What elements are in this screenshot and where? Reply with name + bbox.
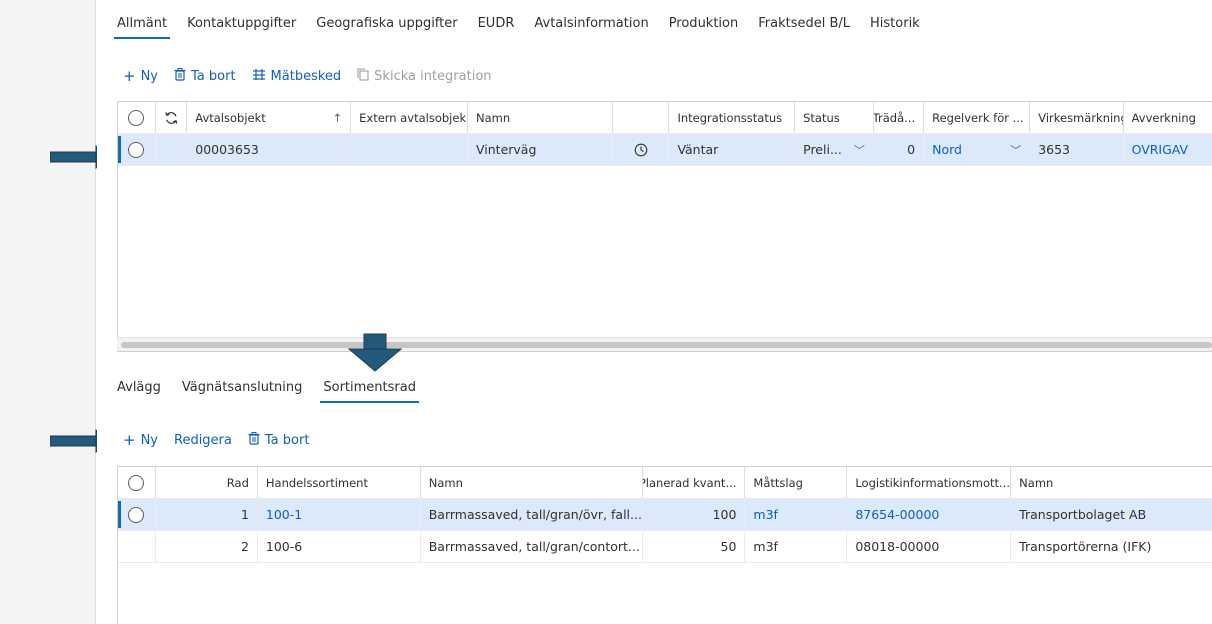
refresh-icon <box>164 111 177 124</box>
row-select-spacer[interactable] <box>118 531 156 562</box>
col-extern[interactable]: Extern avtalsobjek... <box>351 102 468 133</box>
tab-avtalsinformation[interactable]: Avtalsinformation <box>534 14 648 39</box>
col-namn2[interactable]: Namn <box>1011 467 1212 498</box>
cell-handelssortiment[interactable]: 100-6 <box>258 531 421 562</box>
avtalsobjekt-grid: Avtalsobjekt ↑ Extern avtalsobjek... Nam… <box>117 101 1212 352</box>
radio-icon <box>128 109 145 126</box>
cell-trada[interactable]: 0 <box>874 134 925 165</box>
regelverk-dropdown[interactable]: Nord ﹀ <box>924 134 1031 165</box>
send-integration-button[interactable]: Skicka integration <box>357 68 492 84</box>
cell-avverkning[interactable]: OVRIGAV <box>1124 134 1212 165</box>
radio-icon <box>128 506 145 523</box>
sortimentsrad-grid: Rad Handelssortiment Namn Planerad kvant… <box>117 466 1212 624</box>
measure-button[interactable]: Mätbesked <box>252 68 341 84</box>
tab-kontaktuppgifter[interactable]: Kontaktuppgifter <box>187 14 296 39</box>
grid-header-row: Rad Handelssortiment Namn Planerad kvant… <box>118 467 1212 499</box>
measure-icon <box>252 68 266 84</box>
col-regelverk[interactable]: Regelverk för ... <box>924 102 1031 133</box>
top-toolbar: + Ny Ta bort Mätbesked Skicka integratio… <box>123 68 508 84</box>
cell-namn[interactable]: Vinterväg <box>468 134 614 165</box>
tab-geografiska-uppgifter[interactable]: Geografiska uppgifter <box>316 14 457 39</box>
chevron-down-icon: ﹀ <box>853 143 865 157</box>
annotation-down-arrow-icon <box>347 333 403 372</box>
tab-historik[interactable]: Historik <box>870 14 920 39</box>
col-logistik[interactable]: Logistikinformationsmott... <box>847 467 1012 498</box>
table-row[interactable]: 1 100-1 Barrmassaved, tall/gran/övr, fal… <box>118 499 1212 531</box>
cell-handelssortiment[interactable]: 100-1 <box>258 499 421 530</box>
sub-delete-button[interactable]: Ta bort <box>248 432 309 448</box>
horizontal-scrollbar[interactable] <box>117 337 1212 351</box>
col-trada[interactable]: Trädå... <box>874 102 925 133</box>
col-virkesmarkning[interactable]: Virkesmärkning <box>1030 102 1124 133</box>
copy-icon <box>357 68 369 84</box>
chevron-down-icon: ﹀ <box>1010 143 1022 157</box>
tab-fraktsedel[interactable]: Fraktsedel B/L <box>758 14 850 39</box>
col-rad[interactable]: Rad <box>156 467 258 498</box>
table-row[interactable]: 2 100-6 Barrmassaved, tall/gran/contort.… <box>118 531 1212 563</box>
sub-tab-bar: Avlägg Vägnätsanslutning Sortimentsrad <box>117 378 437 403</box>
col-integrationsstatus[interactable]: Integrationsstatus <box>669 102 796 133</box>
radio-icon <box>128 141 145 158</box>
plus-icon: + <box>123 430 136 449</box>
tab-eudr[interactable]: EUDR <box>478 14 515 39</box>
cell-rad[interactable]: 1 <box>156 499 258 530</box>
plus-icon: + <box>123 66 136 85</box>
cell-namn[interactable]: Barrmassaved, tall/gran/contort... <box>421 531 643 562</box>
cell-planerad[interactable]: 50 <box>643 531 746 562</box>
grid-header-row: Avtalsobjekt ↑ Extern avtalsobjek... Nam… <box>118 102 1212 134</box>
cell-logistik[interactable]: 87654-00000 <box>847 499 1012 530</box>
row-spacer <box>156 134 188 165</box>
edit-button[interactable]: Redigera <box>174 433 232 448</box>
radio-icon <box>128 474 145 491</box>
col-status[interactable]: Status <box>795 102 874 133</box>
col-avtalsobjekt[interactable]: Avtalsobjekt ↑ <box>187 102 352 133</box>
clock-icon <box>634 143 648 156</box>
cell-logistik[interactable]: 08018-00000 <box>847 531 1012 562</box>
left-rail <box>0 0 96 624</box>
cell-clock[interactable] <box>613 134 670 165</box>
cell-namn2[interactable]: Transportbolaget AB <box>1011 499 1212 530</box>
sub-new-button[interactable]: + Ny <box>123 430 158 449</box>
table-row[interactable]: 00003653 Vinterväg Väntar Preli... ﹀ 0 N… <box>118 134 1212 166</box>
cell-integrationsstatus[interactable]: Väntar <box>669 134 796 165</box>
cell-virkesmarkning[interactable]: 3653 <box>1030 134 1124 165</box>
select-all-checkbox[interactable] <box>118 467 156 498</box>
cell-namn2[interactable]: Transportörerna (IFK) <box>1011 531 1212 562</box>
tab-produktion[interactable]: Produktion <box>669 14 739 39</box>
col-handelssortiment[interactable]: Handelssortiment <box>258 467 421 498</box>
tab-avlagg[interactable]: Avlägg <box>117 378 161 403</box>
cell-mattslag[interactable]: m3f <box>745 531 848 562</box>
row-select-radio[interactable] <box>118 499 156 530</box>
main-content: Allmänt Kontaktuppgifter Geografiska upp… <box>97 0 1212 624</box>
cell-extern[interactable] <box>351 134 468 165</box>
cell-namn[interactable]: Barrmassaved, tall/gran/övr, fall... <box>421 499 643 530</box>
col-planerad[interactable]: Planerad kvant... <box>643 467 746 498</box>
col-namn[interactable]: Namn <box>421 467 643 498</box>
status-dropdown[interactable]: Preli... ﹀ <box>795 134 874 165</box>
trash-icon <box>248 432 260 448</box>
cell-planerad[interactable]: 100 <box>643 499 746 530</box>
tab-vagnatsanslutning[interactable]: Vägnätsanslutning <box>182 378 302 403</box>
top-tab-bar: Allmänt Kontaktuppgifter Geografiska upp… <box>113 14 940 39</box>
col-mattslag[interactable]: Måttslag <box>745 467 848 498</box>
row-select-radio[interactable] <box>118 134 156 165</box>
cell-mattslag[interactable]: m3f <box>745 499 848 530</box>
col-avverkning[interactable]: Avverkning <box>1124 102 1212 133</box>
col-clock[interactable] <box>613 102 670 133</box>
sort-arrow-icon: ↑ <box>332 110 343 125</box>
scrollbar-thumb[interactable] <box>121 342 1212 348</box>
select-all-checkbox[interactable] <box>118 102 156 133</box>
cell-rad[interactable]: 2 <box>156 531 258 562</box>
refresh-button[interactable] <box>156 102 188 133</box>
col-namn[interactable]: Namn <box>468 102 614 133</box>
sub-toolbar: + Ny Redigera Ta bort <box>123 432 325 448</box>
tab-sortimentsrad[interactable]: Sortimentsrad <box>320 378 419 403</box>
trash-icon <box>174 68 186 84</box>
tab-allmant[interactable]: Allmänt <box>113 14 171 39</box>
delete-button[interactable]: Ta bort <box>174 68 236 84</box>
new-button[interactable]: + Ny <box>123 66 158 85</box>
cell-avtalsobjekt[interactable]: 00003653 <box>187 134 352 165</box>
